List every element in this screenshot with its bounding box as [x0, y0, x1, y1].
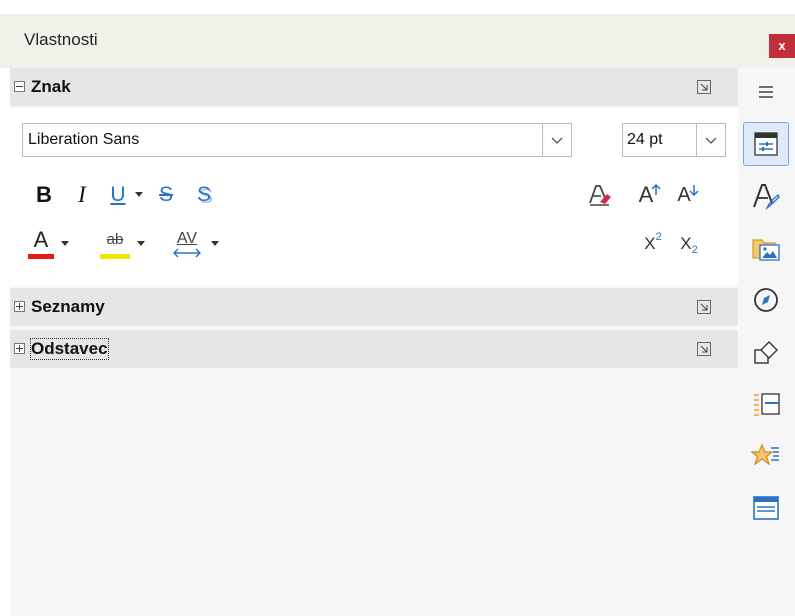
double-arrow-icon [173, 248, 201, 258]
superscript-exponent: 2 [655, 231, 662, 243]
expand-icon[interactable] [14, 343, 25, 354]
properties-icon [754, 132, 778, 156]
font-name-value[interactable]: Liberation Sans [28, 131, 139, 149]
superscript-button[interactable]: X 2 [638, 226, 668, 262]
highlight-icon: ab [106, 231, 124, 248]
sidebar-tab-navigator[interactable] [743, 278, 789, 322]
underline-icon: U [110, 183, 126, 206]
bold-icon: B [36, 182, 52, 207]
strikethrough-icon: S [158, 183, 173, 206]
shadow-icon: S [196, 183, 211, 206]
expand-icon[interactable] [14, 301, 25, 312]
navigator-icon [754, 288, 778, 312]
gallery-icon [752, 239, 780, 261]
font-color-swatch [28, 254, 54, 259]
eraser-icon [589, 185, 611, 206]
sidebar-tab-shapes[interactable] [743, 330, 789, 374]
character-content: Liberation Sans 24 pt B I U S S A A A ab… [10, 108, 738, 286]
section-title-znak: Znak [31, 77, 71, 96]
page-icon [754, 393, 780, 416]
underline-dropdown-button[interactable] [132, 180, 146, 210]
dropdown-arrow-icon [61, 241, 69, 246]
arrow-down-icon [689, 185, 699, 196]
font-name-combobox[interactable]: Liberation Sans [22, 123, 572, 157]
underline-button[interactable]: U [106, 180, 130, 210]
subscript-icon: X [680, 234, 692, 253]
clear-formatting-button[interactable] [586, 180, 614, 210]
section-header-seznamy[interactable]: Seznamy [10, 288, 738, 326]
subscript-exponent: 2 [691, 244, 698, 256]
chevron-down-icon[interactable] [542, 124, 571, 156]
italic-button[interactable]: I [72, 180, 92, 210]
font-size-combobox[interactable]: 24 pt [622, 123, 726, 157]
subscript-button[interactable]: X 2 [674, 226, 704, 262]
sidebar-tab-properties[interactable] [743, 122, 789, 166]
font-color-icon: A [33, 227, 49, 252]
shrink-font-button[interactable]: A [674, 180, 702, 210]
font-color-dropdown-button[interactable] [58, 226, 72, 262]
arrow-up-icon [651, 184, 661, 195]
font-size-value[interactable]: 24 pt [627, 131, 663, 149]
sidebar-tab-slide-transition[interactable] [743, 486, 789, 530]
close-button[interactable]: x [769, 34, 795, 58]
highlight-dropdown-button[interactable] [134, 226, 148, 262]
character-spacing-button[interactable]: AV [170, 226, 204, 262]
sidebar-tab-animation[interactable] [743, 434, 789, 478]
more-options-icon[interactable] [697, 300, 711, 314]
highlight-color-swatch [100, 254, 130, 259]
character-spacing-icon: AV [176, 230, 198, 247]
superscript-icon: X [644, 234, 656, 253]
highlight-button[interactable]: ab [100, 226, 130, 262]
sidebar-menu-button[interactable] [743, 70, 789, 114]
animation-icon [751, 443, 779, 466]
panel-titlebar: Vlastnosti [0, 14, 795, 68]
sidebar-tab-gallery[interactable] [743, 226, 789, 270]
sidebar-tab-styles[interactable] [743, 174, 789, 218]
spacing-dropdown-button[interactable] [208, 226, 222, 262]
collapse-icon[interactable] [14, 81, 25, 92]
section-title-seznamy: Seznamy [31, 297, 105, 316]
grow-font-button[interactable]: A [636, 180, 664, 210]
chevron-down-icon[interactable] [696, 124, 725, 156]
panel-title: Vlastnosti [24, 30, 98, 49]
dropdown-arrow-icon [135, 192, 143, 197]
shadow-button[interactable]: S [192, 180, 216, 210]
more-options-icon[interactable] [697, 80, 711, 94]
dropdown-arrow-icon [137, 241, 145, 246]
slide-transition-icon [753, 496, 779, 520]
font-color-button[interactable]: A [28, 226, 54, 262]
italic-icon: I [78, 182, 86, 207]
strikethrough-button[interactable]: S [154, 180, 178, 210]
sidebar-tabbar [738, 68, 795, 616]
section-title-odstavec: Odstavec [30, 338, 109, 360]
more-options-icon[interactable] [697, 342, 711, 356]
properties-panel: Znak Liberation Sans 24 pt B I U S S A A… [10, 68, 738, 616]
section-header-znak[interactable]: Znak [10, 68, 738, 106]
shapes-icon [754, 341, 778, 364]
section-header-odstavec[interactable]: Odstavec [10, 330, 738, 368]
styles-icon [753, 184, 780, 211]
sidebar-tab-slide-layout[interactable] [743, 382, 789, 426]
bold-button[interactable]: B [32, 180, 56, 210]
dropdown-arrow-icon [211, 241, 219, 246]
menu-icon [759, 86, 773, 98]
